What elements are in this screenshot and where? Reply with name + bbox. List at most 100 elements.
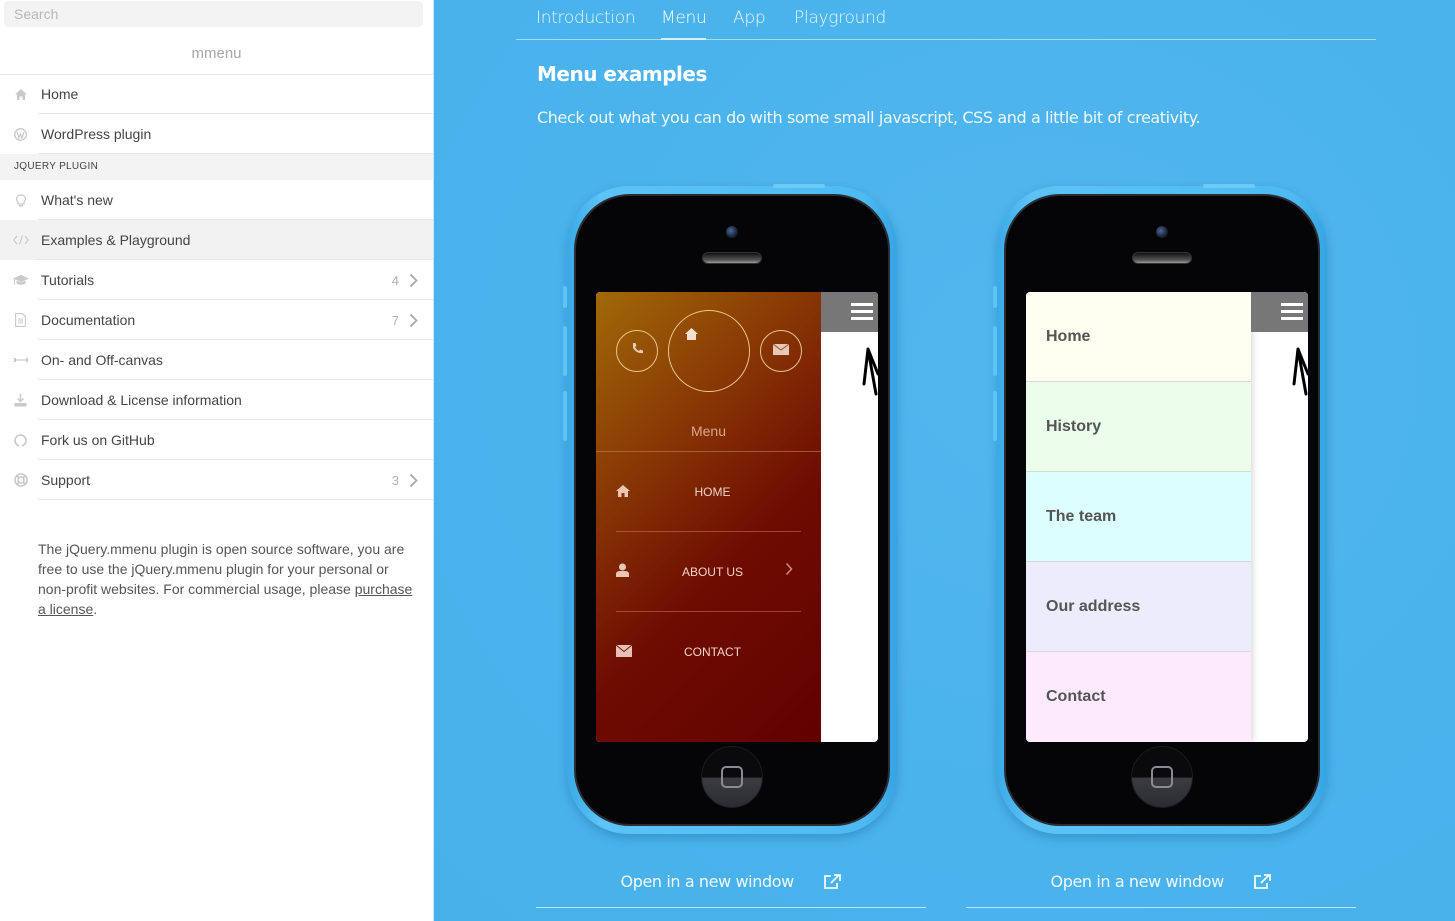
sidebar-item-label: Tutorials — [41, 272, 95, 288]
download-icon — [0, 393, 41, 407]
tab-introduction[interactable]: Introduction — [536, 8, 636, 40]
search-input[interactable] — [4, 1, 423, 27]
main-content: Introduction Menu App Playground Menu ex… — [434, 0, 1455, 921]
sidebar-item-label: Home — [41, 86, 79, 102]
arrow-pointer-icon — [862, 347, 878, 396]
sidebar-item-wordpress[interactable]: WordPress plugin — [0, 114, 433, 154]
open-link-label: Open in a new window — [1050, 872, 1225, 891]
item-count-badge: 4 — [391, 272, 399, 288]
menu-title: Menu — [690, 423, 727, 439]
open-example-2-link[interactable]: Open in a new window — [966, 872, 1356, 908]
brand-title: mmenu — [0, 34, 433, 75]
phone-circle-button[interactable] — [616, 330, 658, 372]
speaker-grille — [1132, 252, 1192, 264]
open-link-label: Open in a new window — [620, 872, 795, 891]
phone-power-button — [1203, 184, 1255, 188]
phone-mockup-1: Menu HOME ABOUT US CONTACT — [563, 184, 897, 834]
menu-item-label: ABOUT US — [681, 564, 744, 579]
license-notice-text: The jQuery.mmenu plugin is open source s… — [38, 541, 405, 597]
pastel-menu-panel: Home History The team Our address Contac… — [1026, 292, 1251, 742]
menu-item-the-team[interactable]: The team — [1026, 472, 1251, 562]
menu-item-contact[interactable]: Contact — [1026, 652, 1251, 742]
wordpress-icon — [0, 127, 41, 141]
phone-mute-switch — [993, 286, 997, 308]
phone-home-button — [1131, 746, 1193, 808]
chevron-right-icon[interactable] — [409, 273, 433, 288]
sidebar-item-label: On- and Off-canvas — [41, 352, 163, 368]
page-subtitle: Check out what you can do with some smal… — [537, 108, 1201, 127]
camera-icon — [1156, 226, 1168, 238]
home-circle-button[interactable] — [668, 310, 750, 392]
sidebar-item-examples-playground[interactable]: Examples & Playground — [0, 220, 433, 260]
sidebar-item-documentation[interactable]: Documentation 7 — [0, 300, 433, 340]
license-notice-suffix: . — [93, 601, 98, 617]
sidebar-nav: Home WordPress plugin JQUERY PLUGIN What… — [0, 74, 433, 500]
home-icon — [616, 484, 640, 500]
tab-playground[interactable]: Playground — [794, 8, 886, 40]
phone-volume-up — [993, 326, 997, 376]
chevron-right-icon[interactable] — [785, 562, 801, 581]
radial-menu-panel: Menu HOME ABOUT US CONTACT — [596, 292, 821, 742]
phone-volume-down — [563, 391, 567, 441]
menu-item-home[interactable]: Home — [1026, 292, 1251, 382]
page-title: Menu examples — [537, 62, 707, 86]
sidebar-item-label: What's new — [41, 192, 113, 208]
search-field — [4, 1, 423, 27]
speaker-grille — [702, 252, 762, 264]
menu-item-label: CONTACT — [683, 645, 742, 659]
chevron-right-icon[interactable] — [409, 313, 433, 328]
tab-app[interactable]: App — [733, 8, 766, 40]
external-link-icon — [824, 874, 842, 893]
sidebar-item-home[interactable]: Home — [0, 74, 433, 114]
tab-bar: Introduction Menu App Playground — [516, 0, 1376, 40]
external-link-icon — [1254, 874, 1272, 893]
section-label: JQUERY PLUGIN — [0, 154, 433, 180]
user-icon — [616, 563, 640, 580]
phone-home-button — [701, 746, 763, 808]
document-icon — [0, 313, 41, 327]
sidebar-item-label: Examples & Playground — [41, 232, 191, 248]
sidebar-item-github[interactable]: Fork us on GitHub — [0, 420, 433, 460]
open-example-1-link[interactable]: Open in a new window — [536, 872, 926, 908]
sidebar-item-label: WordPress plugin — [41, 126, 152, 142]
menu-item-history[interactable]: History — [1026, 382, 1251, 472]
graduation-cap-icon — [0, 274, 41, 286]
email-circle-button[interactable] — [760, 330, 802, 372]
sidebar-item-label: Documentation — [41, 312, 136, 328]
item-count-badge: 7 — [391, 312, 399, 328]
license-notice: The jQuery.mmenu plugin is open source s… — [38, 539, 418, 619]
menu-item-home[interactable]: HOME — [616, 452, 801, 532]
menu-item-our-address[interactable]: Our address — [1026, 562, 1251, 652]
github-icon — [0, 433, 41, 447]
page-header-bar — [821, 292, 878, 332]
hamburger-menu-icon[interactable] — [851, 303, 873, 320]
phone-screen: Menu HOME ABOUT US CONTACT — [596, 292, 878, 742]
menu-item-about-us[interactable]: ABOUT US — [616, 532, 801, 612]
phone-bezel: Menu HOME ABOUT US CONTACT — [574, 194, 890, 826]
phone-icon — [631, 342, 644, 360]
home-icon — [685, 327, 698, 345]
sidebar-item-label: Fork us on GitHub — [41, 432, 155, 448]
sidebar-item-on-off-canvas[interactable]: On- and Off-canvas — [0, 340, 433, 380]
menu-item-label: HOME — [694, 484, 731, 499]
phone-mute-switch — [563, 286, 567, 308]
code-icon — [0, 235, 41, 245]
phone-bezel: Home History The team Our address Contac… — [1004, 194, 1320, 826]
chevron-right-icon[interactable] — [409, 473, 433, 488]
home-icon — [0, 88, 41, 100]
sidebar-item-download-license[interactable]: Download & License information — [0, 380, 433, 420]
page-header-bar — [1251, 292, 1308, 332]
phone-volume-up — [563, 326, 567, 376]
phone-mockup-2: Home History The team Our address Contac… — [993, 184, 1327, 834]
camera-icon — [726, 226, 738, 238]
phone-power-button — [773, 184, 825, 188]
tab-menu[interactable]: Menu — [661, 8, 707, 40]
sidebar-item-tutorials[interactable]: Tutorials 4 — [0, 260, 433, 300]
hamburger-menu-icon[interactable] — [1281, 303, 1303, 320]
sidebar-item-whats-new[interactable]: What's new — [0, 180, 433, 220]
envelope-icon — [772, 342, 790, 360]
sidebar-item-support[interactable]: Support 3 — [0, 460, 433, 500]
menu-item-contact[interactable]: CONTACT — [615, 612, 801, 692]
sidebar: mmenu Home WordPress plugin JQUERY PLUGI… — [0, 0, 434, 921]
envelope-icon — [615, 644, 640, 660]
